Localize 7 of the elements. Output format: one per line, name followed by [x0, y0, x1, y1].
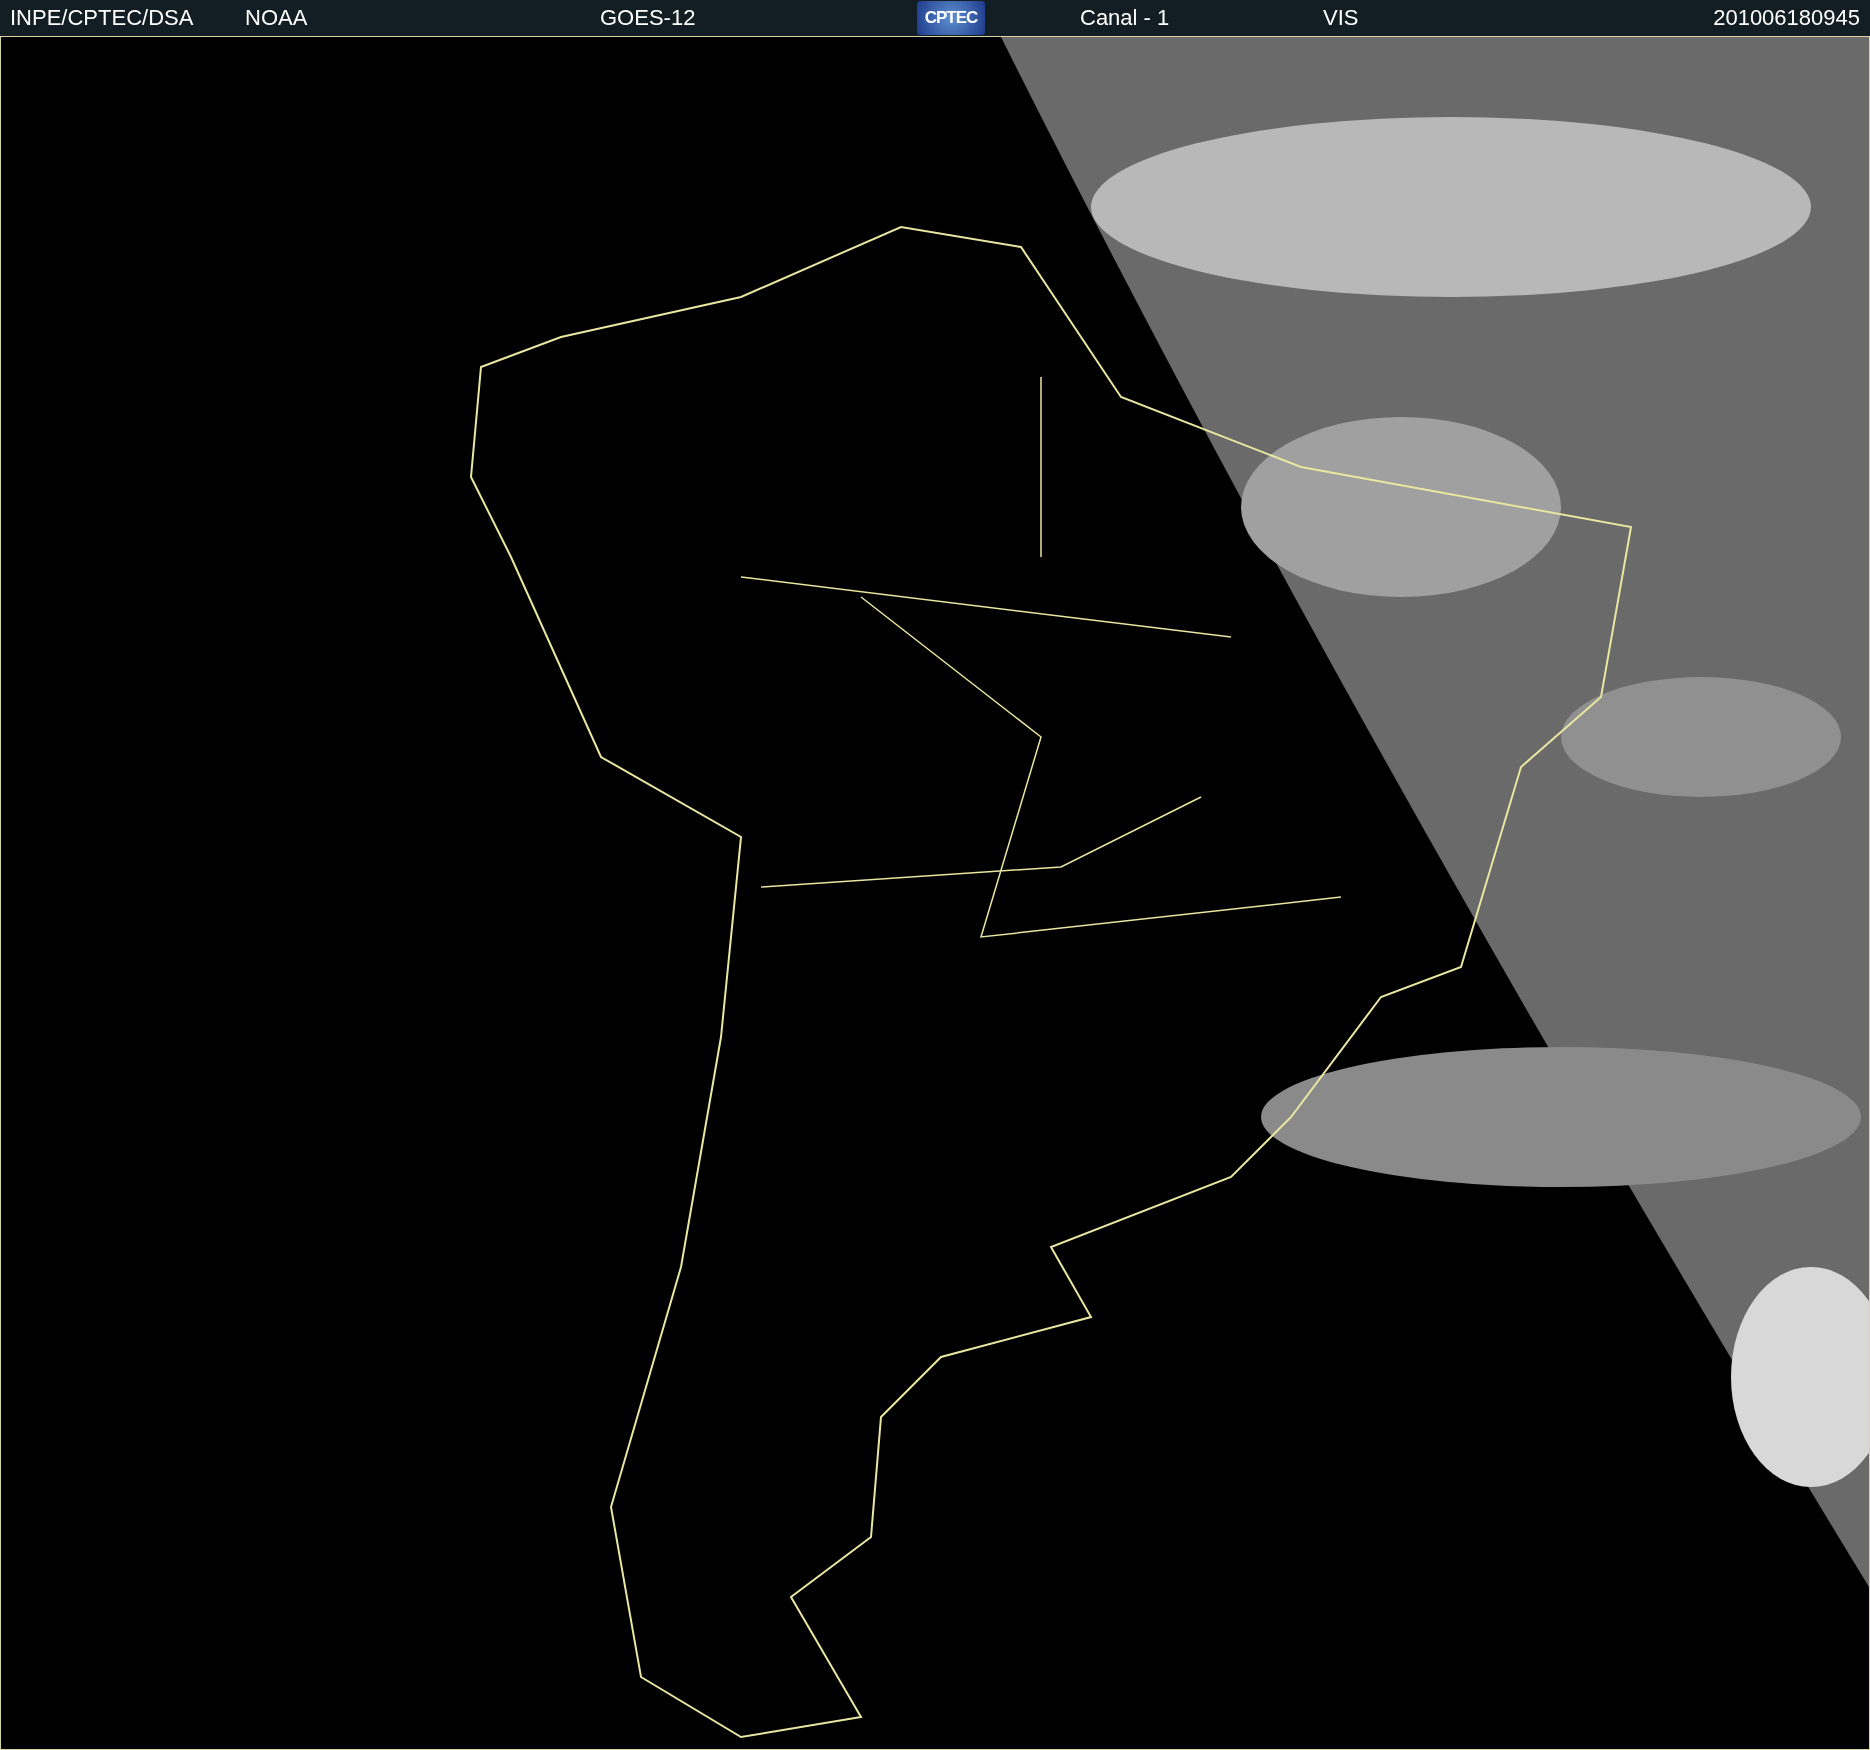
source-label: INPE/CPTEC/DSA: [10, 5, 195, 31]
band-label: VIS: [1323, 5, 1360, 31]
logo: CPTEC: [917, 1, 985, 35]
satellite-label: GOES-12: [600, 5, 697, 31]
channel-label: Canal - 1: [1080, 5, 1171, 31]
timestamp-label: 201006180945: [1713, 5, 1860, 31]
agency-label: NOAA: [245, 5, 309, 31]
